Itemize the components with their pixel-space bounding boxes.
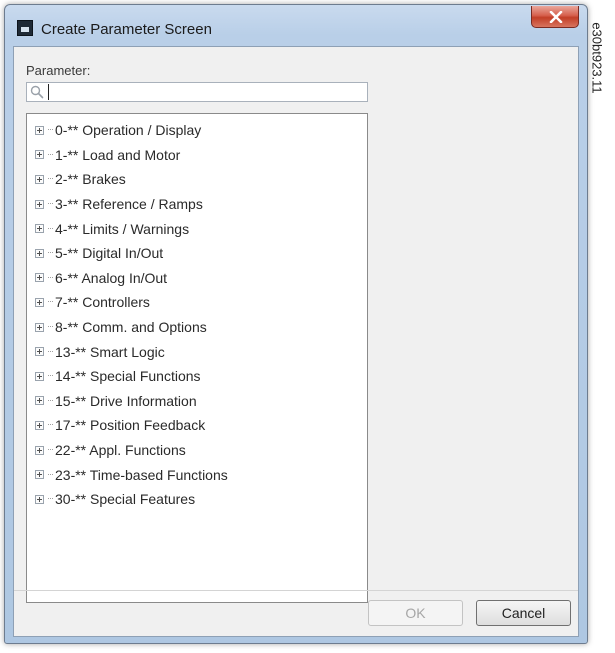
tree-item-label: 1-** Load and Motor [55,146,181,163]
search-box[interactable] [26,82,368,102]
tree-connector-line [48,203,53,205]
parameter-tree[interactable]: 0-** Operation / Display 1-** Load and Mo… [26,113,368,603]
tree-item-label: 30-** Special Features [55,491,196,508]
tree-connector-line [48,375,53,377]
parameter-tree-list: 0-** Operation / Display 1-** Load and Mo… [27,118,228,512]
expand-plus-icon[interactable] [35,174,44,184]
dialog-body: Parameter: 0-** Operation / Display 1-** … [13,46,579,637]
tree-item-label: 2-** Brakes [55,171,126,188]
tree-item-label: 17-** Position Feedback [55,417,206,434]
figure-code: e30bt923.11 [589,22,605,94]
tree-item[interactable]: 1-** Load and Motor [27,143,228,168]
ok-button[interactable]: OK [368,600,463,626]
tree-item-label: 13-** Smart Logic [55,343,165,360]
expand-plus-icon[interactable] [35,371,44,381]
search-icon [30,85,44,99]
expand-plus-icon[interactable] [35,150,44,160]
expand-plus-icon[interactable] [35,248,44,258]
tree-connector-line [48,326,53,328]
expand-plus-icon[interactable] [35,224,44,234]
expand-plus-icon[interactable] [35,199,44,209]
tree-item[interactable]: 15-** Drive Information [27,389,228,414]
tree-item[interactable]: 23-** Time-based Functions [27,462,228,487]
tree-connector-line [48,153,53,156]
tree-item[interactable]: 7-** Controllers [27,290,228,315]
tree-connector-line [48,473,53,476]
expand-plus-icon[interactable] [35,273,44,283]
tree-item[interactable]: 30-** Special Features [27,487,228,512]
app-icon [17,20,33,36]
tree-item-label: 4-** Limits / Warnings [55,220,190,237]
tree-connector-line [48,276,53,279]
expand-plus-icon[interactable] [35,420,44,430]
window-title: Create Parameter Screen [41,21,212,38]
tree-item[interactable]: 13-** Smart Logic [27,339,228,364]
close-icon [549,11,563,23]
button-separator [14,590,578,591]
dialog-window: Create Parameter Screen Parameter: 0-** … [4,4,588,644]
tree-item-label: 0-** Operation / Display [55,122,202,139]
tree-connector-line [48,129,53,131]
tree-item[interactable]: 14-** Special Functions [27,364,228,389]
tree-connector-line [48,350,53,353]
tree-connector-line [48,252,53,254]
parameter-label: Parameter: [26,63,91,78]
tree-connector-line [48,227,53,230]
expand-plus-icon[interactable] [35,347,44,357]
tree-connector-line [48,424,53,426]
tree-item[interactable]: 8-** Comm. and Options [27,315,228,340]
tree-item[interactable]: 3-** Reference / Ramps [27,192,228,217]
tree-item-label: 15-** Drive Information [55,392,197,409]
expand-plus-icon[interactable] [35,396,44,406]
cancel-button[interactable]: Cancel [476,600,571,626]
tree-item[interactable]: 2-** Brakes [27,167,228,192]
tree-item-label: 14-** Special Functions [55,368,201,385]
screenshot-stage: Create Parameter Screen Parameter: 0-** … [0,0,615,653]
tree-item-label: 7-** Controllers [55,294,150,311]
tree-item-label: 6-** Analog In/Out [55,269,168,286]
title-bar[interactable]: Create Parameter Screen [5,5,587,45]
expand-plus-icon[interactable] [35,297,44,307]
tree-item[interactable]: 6-** Analog In/Out [27,266,228,291]
expand-plus-icon[interactable] [35,445,44,455]
tree-item[interactable]: 17-** Position Feedback [27,413,228,438]
tree-connector-line [48,498,53,500]
tree-item-label: 23-** Time-based Functions [55,466,228,483]
expand-plus-icon[interactable] [35,494,44,504]
expand-plus-icon[interactable] [35,125,44,135]
tree-item[interactable]: 4-** Limits / Warnings [27,216,228,241]
tree-item[interactable]: 22-** Appl. Functions [27,438,228,463]
tree-item-label: 3-** Reference / Ramps [55,196,203,213]
tree-item-label: 5-** Digital In/Out [55,245,164,262]
expand-plus-icon[interactable] [35,322,44,332]
close-button[interactable] [531,6,579,28]
tree-item[interactable]: 5-** Digital In/Out [27,241,228,266]
tree-item-label: 8-** Comm. and Options [55,319,207,336]
tree-connector-line [48,449,53,451]
tree-connector-line [48,301,53,303]
tree-connector-line [48,178,53,180]
tree-item-label: 22-** Appl. Functions [55,442,186,459]
tree-item[interactable]: 0-** Operation / Display [27,118,228,143]
tree-connector-line [48,399,53,402]
search-input[interactable] [48,84,365,100]
expand-plus-icon[interactable] [35,470,44,480]
